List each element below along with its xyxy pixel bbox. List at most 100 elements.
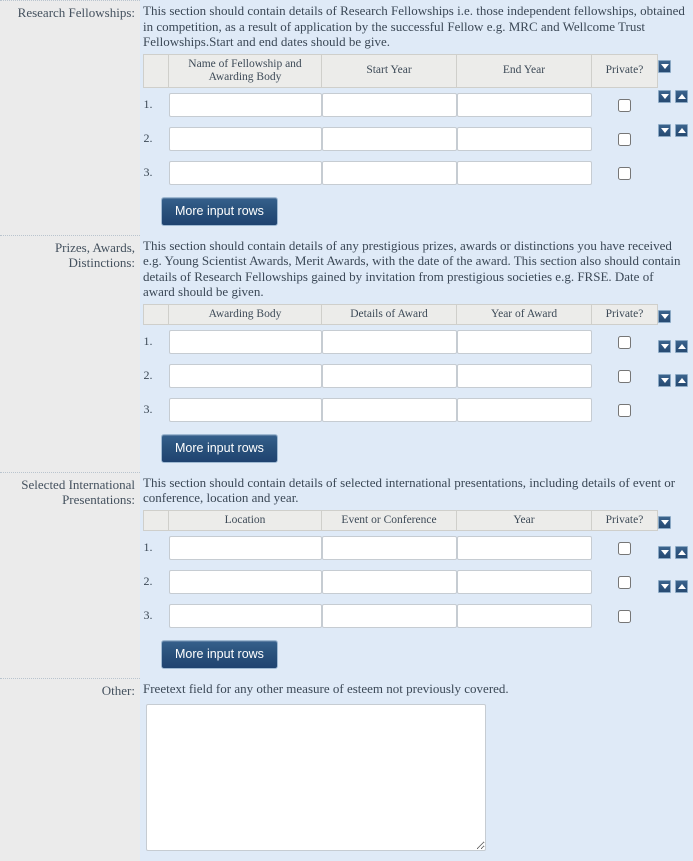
row-reorder-controls [650,510,693,604]
reorder-group-1 [650,304,693,330]
input-year-1[interactable] [457,536,592,560]
cell-b [322,359,457,393]
cell-b [322,599,457,633]
other-textarea[interactable] [146,704,486,851]
section-helptext: Freetext field for any other measure of … [143,681,693,697]
input-end-year-1[interactable] [457,93,592,117]
input-location-3[interactable] [169,604,322,628]
checkbox-private-1[interactable] [618,542,631,555]
column-header-b: Start Year [322,54,457,87]
cell-b [322,156,457,190]
triangle-up-icon[interactable] [675,340,688,353]
cell-c [457,359,592,393]
triangle-down-icon[interactable] [658,90,671,103]
input-year-of-award-1[interactable] [457,330,592,354]
input-location-1[interactable] [169,536,322,560]
cell-private [592,599,658,633]
table-body: 1. 2. [144,530,658,633]
input-details-of-award-1[interactable] [322,330,457,354]
cell-a [169,599,322,633]
cell-private [592,122,658,156]
input-event-or-conference-3[interactable] [322,604,457,628]
checkbox-private-3[interactable] [618,404,631,417]
table-head: Name of Fellowship and Awarding Body Sta… [144,54,658,87]
input-year-of-award-2[interactable] [457,364,592,388]
checkbox-private-1[interactable] [618,336,631,349]
input-details-of-award-3[interactable] [322,398,457,422]
triangle-up-icon[interactable] [675,546,688,559]
table-row: 1. [144,87,658,122]
cell-b [322,324,457,359]
section-content: This section should contain details of a… [140,235,693,472]
input-year-of-award-3[interactable] [457,398,592,422]
checkbox-private-1[interactable] [618,99,631,112]
section-label: Selected International Presentations: [0,472,140,678]
input-awarding-body-1[interactable] [169,330,322,354]
column-header-number [144,54,169,87]
triangle-down-icon[interactable] [658,580,671,593]
column-header-a: Awarding Body [169,304,322,324]
row-number: 3. [144,599,169,633]
triangle-down-icon[interactable] [658,516,671,529]
triangle-down-icon[interactable] [658,310,671,323]
input-details-of-award-2[interactable] [322,364,457,388]
checkbox-private-3[interactable] [618,167,631,180]
input-fellowship-name-1[interactable] [169,93,322,117]
input-event-or-conference-1[interactable] [322,536,457,560]
column-header-number [144,510,169,530]
reorder-group-3 [650,570,693,604]
cell-a [169,530,322,565]
checkbox-private-2[interactable] [618,133,631,146]
cell-a [169,565,322,599]
column-header-c: Year [457,510,592,530]
triangle-down-icon[interactable] [658,60,671,73]
cell-a [169,87,322,122]
triangle-up-icon[interactable] [675,124,688,137]
cell-a [169,324,322,359]
checkbox-private-3[interactable] [618,610,631,623]
column-header-c: End Year [457,54,592,87]
cell-c [457,156,592,190]
triangle-down-icon[interactable] [658,340,671,353]
column-header-private: Private? [592,304,658,324]
entries-table: Awarding Body Details of Award Year of A… [143,304,658,427]
cell-c [457,122,592,156]
more-input-rows-button[interactable]: More input rows [161,434,278,463]
row-reorder-controls [650,304,693,398]
table-row: 2. [144,122,658,156]
entries-table: Location Event or Conference Year Privat… [143,510,658,633]
input-event-or-conference-2[interactable] [322,570,457,594]
checkbox-private-2[interactable] [618,576,631,589]
more-input-rows-button[interactable]: More input rows [161,197,278,226]
input-end-year-3[interactable] [457,161,592,185]
more-input-rows-button[interactable]: More input rows [161,640,278,669]
input-awarding-body-3[interactable] [169,398,322,422]
checkbox-private-2[interactable] [618,370,631,383]
cell-b [322,393,457,427]
triangle-down-icon[interactable] [658,124,671,137]
triangle-up-icon[interactable] [675,374,688,387]
input-start-year-2[interactable] [322,127,457,151]
triangle-down-icon[interactable] [658,546,671,559]
cell-b [322,530,457,565]
input-start-year-3[interactable] [322,161,457,185]
input-awarding-body-2[interactable] [169,364,322,388]
section-prizes-awards-distinctions: Prizes, Awards, Distinctions: This secti… [0,235,693,472]
input-fellowship-name-3[interactable] [169,161,322,185]
table-row: 1. [144,324,658,359]
column-header-c: Year of Award [457,304,592,324]
triangle-down-icon[interactable] [658,374,671,387]
input-start-year-1[interactable] [322,93,457,117]
input-end-year-2[interactable] [457,127,592,151]
input-year-2[interactable] [457,570,592,594]
cell-private [592,530,658,565]
triangle-up-icon[interactable] [675,90,688,103]
input-fellowship-name-2[interactable] [169,127,322,151]
triangle-up-icon[interactable] [675,580,688,593]
input-location-2[interactable] [169,570,322,594]
column-header-private: Private? [592,510,658,530]
input-year-3[interactable] [457,604,592,628]
cell-private [592,87,658,122]
section-label: Prizes, Awards, Distinctions: [0,235,140,472]
table-body: 1. 2. [144,324,658,427]
